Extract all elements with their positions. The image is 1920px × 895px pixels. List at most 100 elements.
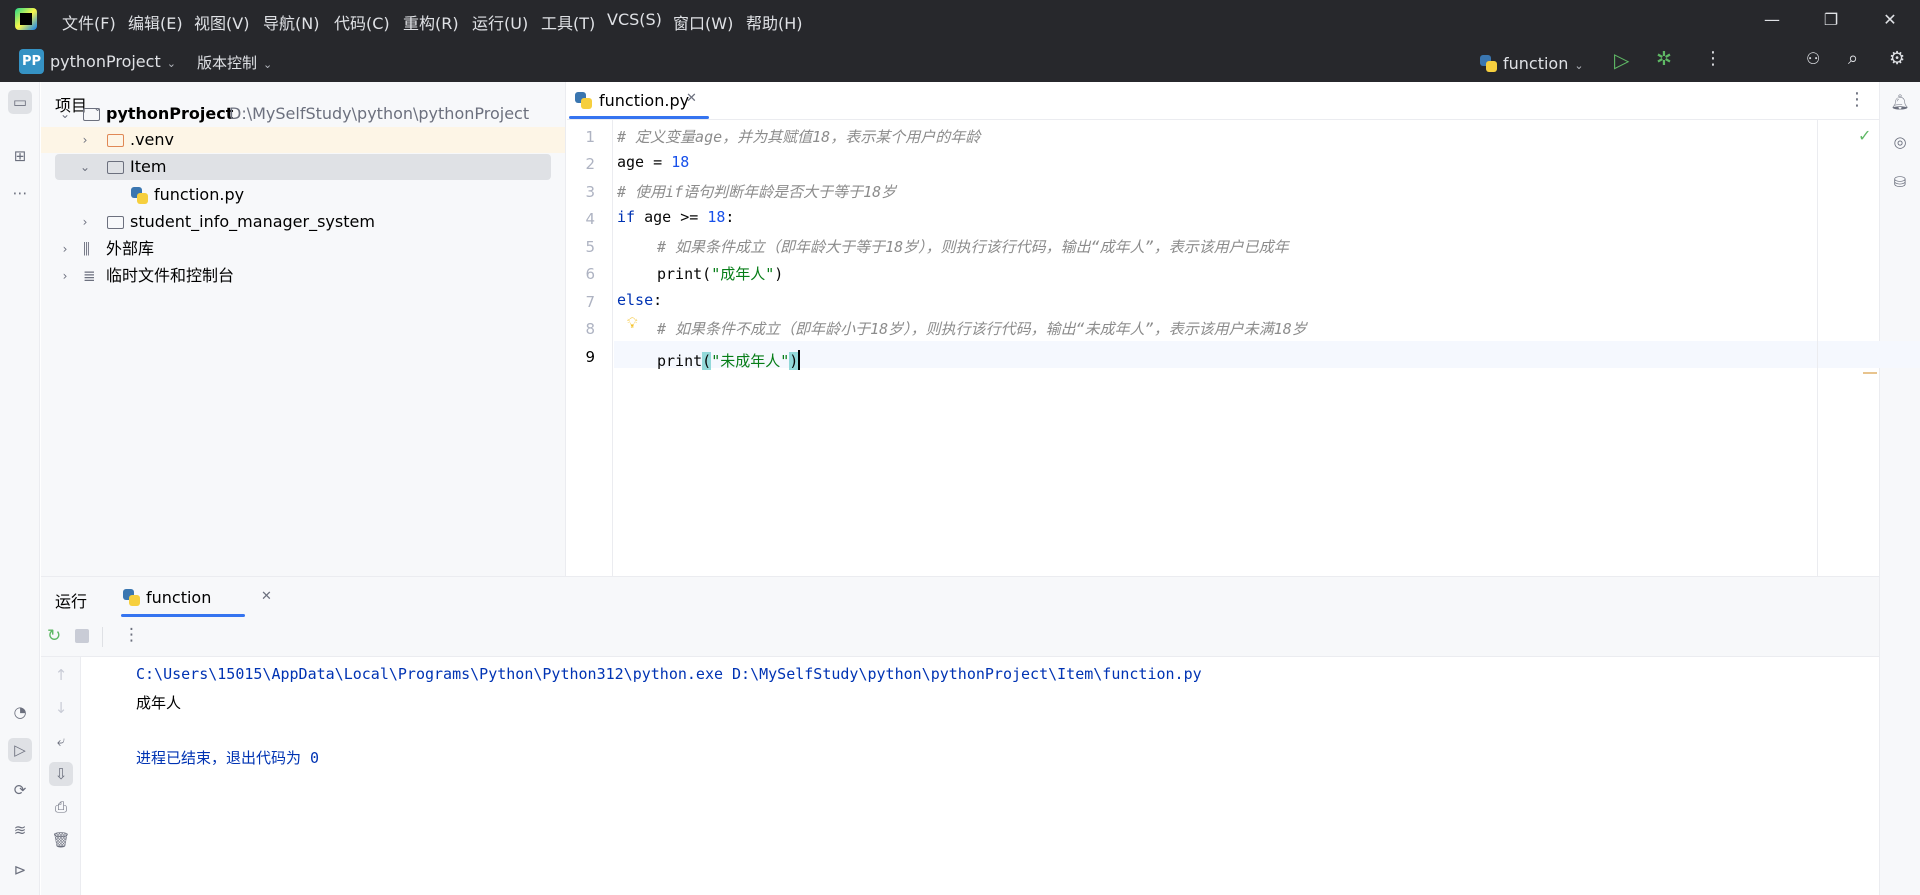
database-icon[interactable]: ⛁	[1888, 170, 1912, 194]
function-call: print	[657, 352, 703, 370]
run-tool-icon[interactable]: ▷	[8, 738, 32, 762]
vcs-selector[interactable]: 版本控制 ⌄	[197, 52, 272, 73]
run-panel-title: 运行	[55, 592, 88, 611]
chevron-right-icon: ›	[62, 242, 68, 256]
code-line-2: age = 18	[617, 153, 689, 171]
console-command-line: C:\Users\15015\AppData\Local\Programs\Py…	[136, 665, 1202, 683]
code-line-7: else:	[617, 291, 662, 309]
stop-icon[interactable]	[75, 629, 89, 643]
python-file-icon	[575, 92, 592, 109]
print-icon[interactable]: ⎙	[49, 795, 73, 819]
folder-icon	[83, 108, 100, 121]
menu-refactor[interactable]: 重构(R)	[403, 10, 459, 34]
tree-row-scratches[interactable]: › ≣ 临时文件和控制台	[41, 263, 565, 289]
arrow-down-icon[interactable]: ↓	[49, 696, 73, 720]
debug-icon[interactable]: ✲	[1656, 48, 1672, 70]
run-icon[interactable]: ▷	[1614, 48, 1629, 72]
vcs-label: 版本控制	[197, 54, 258, 72]
number-literal: 18	[707, 208, 726, 226]
editor-tab-bar: function.py ✕ ⋮	[567, 82, 1879, 120]
comment: # 定义变量age，并为其赋值18，表示某个用户的年龄	[617, 128, 981, 146]
tree-row-venv[interactable]: › .venv	[41, 127, 565, 153]
menu-tools[interactable]: 工具(T)	[541, 10, 595, 34]
menu-file[interactable]: 文件(F)	[62, 10, 116, 34]
notifications-icon[interactable]: 🔔︎	[1888, 90, 1912, 114]
more-tools-icon[interactable]: ⋯	[8, 181, 32, 205]
code-line-1: # 定义变量age，并为其赋值18，表示某个用户的年龄	[617, 126, 980, 147]
project-selector[interactable]: pythonProject ⌄	[50, 52, 176, 71]
menu-help[interactable]: 帮助(H)	[746, 10, 803, 34]
tree-row-function-py[interactable]: function.py	[41, 182, 565, 208]
lightbulb-icon[interactable]: 💡︎	[627, 314, 638, 332]
tree-row-external-libraries[interactable]: › ⫼ 外部库	[41, 236, 565, 262]
rerun-icon[interactable]: ↻	[47, 626, 61, 646]
punctuation: :	[725, 208, 735, 226]
tree-row-root[interactable]: ⌄ pythonProject D:\MySelfStudy\python\py…	[41, 101, 565, 127]
project-toolbar: PP pythonProject ⌄ 版本控制 ⌄ function ⌄ ▷ ✲ ⋮ …	[0, 41, 1920, 82]
more-options-icon[interactable]: ⋮	[123, 625, 140, 645]
tab-function-py[interactable]: function.py ✕	[567, 82, 697, 120]
close-tab-icon[interactable]: ✕	[686, 91, 697, 106]
bracket-match: )	[789, 352, 799, 370]
tree-row-student-info[interactable]: › student_info_manager_system	[41, 209, 565, 235]
close-tab-icon[interactable]: ✕	[261, 589, 272, 604]
tree-root-name: pythonProject	[106, 104, 234, 123]
menu-edit[interactable]: 编辑(E)	[128, 10, 183, 34]
inspection-ok-icon[interactable]: ✓	[1858, 126, 1871, 145]
menu-navigate[interactable]: 导航(N)	[263, 10, 319, 34]
search-icon[interactable]: ⌕	[1848, 48, 1858, 69]
chevron-down-icon: ⌄	[1574, 59, 1584, 72]
run-config-tab[interactable]: function ✕	[121, 577, 286, 617]
clear-all-icon[interactable]: 🗑︎	[49, 828, 73, 852]
project-folder-icon[interactable]: ▭	[8, 90, 32, 114]
comment: # 使用if语句判断年龄是否大于等于18岁	[617, 183, 897, 201]
python-console-icon[interactable]: ⟳	[8, 778, 32, 802]
scroll-to-end-icon[interactable]: ⇩	[49, 762, 73, 786]
chevron-down-icon: ⌄	[263, 58, 273, 71]
restore-icon[interactable]: ❐	[1811, 6, 1851, 34]
function-call: print(	[657, 265, 712, 283]
code-line-5: # 如果条件成立（即年龄大于等于18岁），则执行该行代码，输出“成年人”，表示该…	[657, 236, 1289, 257]
code-line-3: # 使用if语句判断年龄是否大于等于18岁	[617, 181, 896, 202]
expression: age >=	[635, 208, 708, 226]
pycharm-logo-icon[interactable]	[15, 8, 37, 30]
chevron-right-icon: ›	[82, 215, 88, 229]
punctuation: )	[774, 265, 784, 283]
tree-row-item[interactable]: ⌄ Item	[55, 154, 551, 180]
settings-gear-icon[interactable]: ⚙	[1889, 48, 1905, 69]
menu-bar: 文件(F) 编辑(E) 视图(V) 导航(N) 代码(C) 重构(R) 运行(U…	[0, 0, 1920, 41]
minimize-icon[interactable]: —	[1752, 6, 1792, 34]
right-tool-strip: 🔔︎ ◎ ⛁	[1879, 82, 1920, 895]
arrow-up-icon[interactable]: ↑	[49, 663, 73, 687]
code-editor: function.py ✕ ⋮ 1 2 3 4 5 6 7 8 9 # 定义变量…	[567, 82, 1920, 576]
run-config-name: function	[1503, 54, 1569, 73]
close-window-icon[interactable]: ✕	[1870, 6, 1910, 34]
more-actions-icon[interactable]: ⋮	[1704, 48, 1722, 69]
project-name: pythonProject	[50, 52, 161, 71]
code-area[interactable]: # 定义变量age，并为其赋值18，表示某个用户的年龄 age = 18 # 使…	[567, 120, 1879, 576]
python-packages-icon[interactable]: ◔	[8, 700, 32, 724]
menu-code[interactable]: 代码(C)	[334, 10, 390, 34]
services-icon[interactable]: ⊳	[8, 858, 32, 882]
chevron-down-icon: ⌄	[59, 107, 71, 121]
add-user-icon[interactable]: ⚇	[1806, 49, 1820, 68]
structure-icon[interactable]: ⊞	[8, 144, 32, 168]
chevron-down-icon: ⌄	[79, 160, 91, 174]
menu-vcs[interactable]: VCS(S)	[607, 10, 662, 29]
soft-wrap-icon[interactable]: ⤶	[49, 729, 73, 753]
menu-window[interactable]: 窗口(W)	[673, 10, 733, 34]
tab-options-icon[interactable]: ⋮	[1848, 89, 1866, 110]
menu-view[interactable]: 视图(V)	[194, 10, 249, 34]
python-file-icon	[131, 187, 148, 204]
project-panel: 项目 ⌄ ⌄ pythonProject D:\MySelfStudy\pytho…	[41, 82, 566, 576]
active-tab-indicator	[569, 116, 709, 119]
run-config-selector[interactable]: function ⌄	[1480, 52, 1584, 73]
punctuation: :	[653, 291, 663, 309]
console-output[interactable]: C:\Users\15015\AppData\Local\Programs\Py…	[81, 657, 1879, 895]
python-icon	[1480, 55, 1497, 72]
menu-run[interactable]: 运行(U)	[472, 10, 528, 34]
layers-icon[interactable]: ≋	[8, 818, 32, 842]
tree-item-label: function.py	[154, 185, 245, 204]
ai-assistant-icon[interactable]: ◎	[1888, 130, 1912, 154]
keyword: if	[617, 208, 636, 226]
